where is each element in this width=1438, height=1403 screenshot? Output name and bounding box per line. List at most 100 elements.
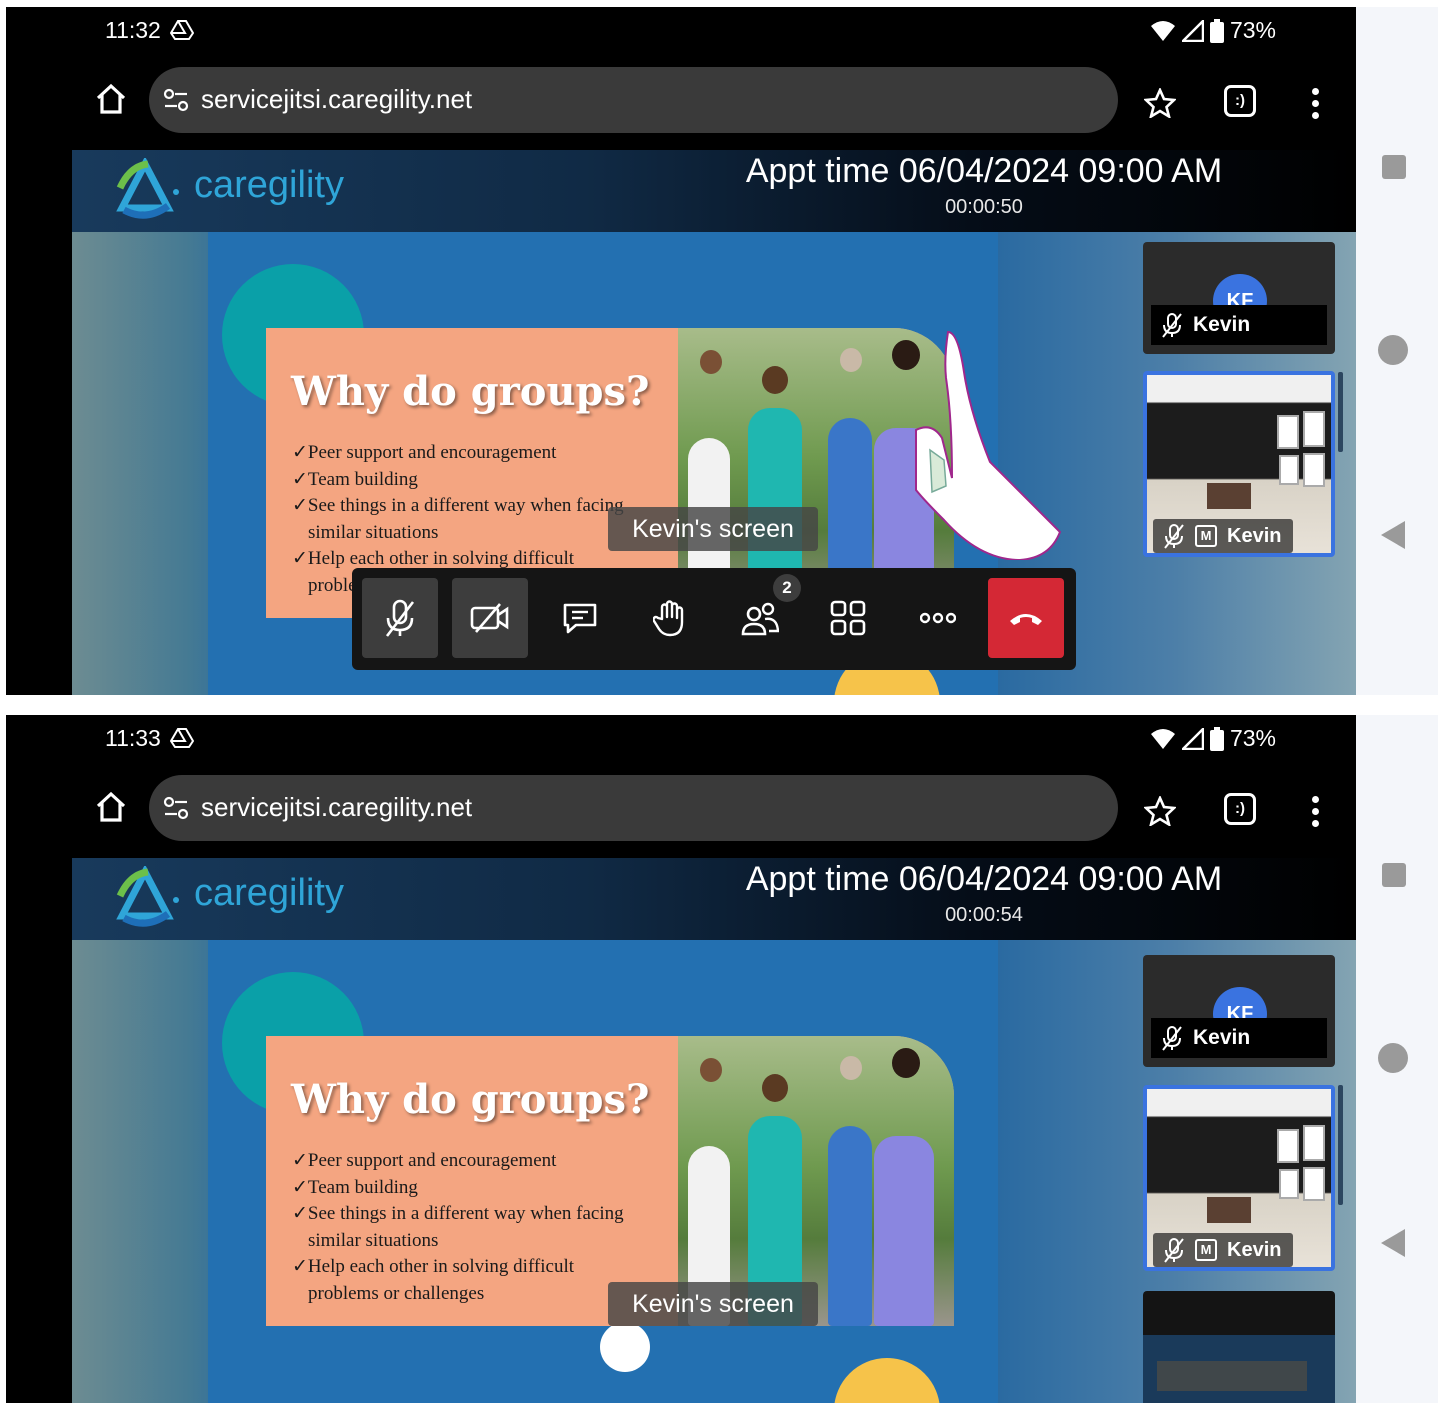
tile-view-icon xyxy=(830,600,866,636)
status-bar: 11:32 73% xyxy=(6,7,1356,57)
battery-icon xyxy=(1209,18,1224,43)
mic-muted-icon xyxy=(1164,524,1184,549)
site-settings-icon[interactable] xyxy=(163,87,189,113)
meeting-header: caregility Appt time 06/04/2024 09:00 AM… xyxy=(72,150,1356,232)
address-bar[interactable]: servicejitsi.caregility.net xyxy=(149,775,1118,841)
bullet: similar situations xyxy=(308,1229,439,1251)
participant-name: Kevin xyxy=(1193,1026,1251,1049)
call-timer: 00:00:54 xyxy=(945,904,1023,926)
address-bar[interactable]: servicejitsi.caregility.net xyxy=(149,67,1118,133)
touch-gesture-hand-icon xyxy=(915,330,1062,560)
slide-title: Why do groups? xyxy=(291,1076,650,1123)
signal-icon xyxy=(1181,727,1204,750)
home-icon[interactable] xyxy=(94,82,128,116)
status-time: 11:33 xyxy=(105,725,161,751)
slide-bullets: ✓Peer support and encouragement ✓Team bu… xyxy=(292,1148,624,1307)
screen-share-label: Kevin's screen xyxy=(608,507,818,551)
appointment-time: Appt time 06/04/2024 09:00 AM xyxy=(745,860,1223,898)
camera-button[interactable] xyxy=(452,578,528,658)
participants-badge: 2 xyxy=(773,574,801,602)
caregility-logo xyxy=(116,866,179,927)
status-bar: 11:33 73% xyxy=(6,715,1356,765)
nav-recents-icon[interactable] xyxy=(1382,155,1406,179)
wifi-icon xyxy=(1150,728,1175,749)
url-text[interactable]: servicejitsi.caregility.net xyxy=(201,84,472,115)
meeting-view: caregility Appt time 06/04/2024 09:00 AM… xyxy=(72,150,1356,695)
call-toolbar: 2 xyxy=(352,568,1076,670)
meeting-view: caregility Appt time 06/04/2024 09:00 AM… xyxy=(72,858,1356,1403)
star-icon[interactable] xyxy=(1144,796,1176,826)
chat-icon xyxy=(563,603,597,634)
site-settings-icon[interactable] xyxy=(163,795,189,821)
home-icon[interactable] xyxy=(94,790,128,824)
screenshot-frame-2: 11:33 73% servicejitsi.caregility.net :) xyxy=(0,715,1438,1403)
chat-button[interactable] xyxy=(542,578,618,658)
nav-back-icon[interactable] xyxy=(1381,1229,1405,1257)
device-screen: 11:33 73% servicejitsi.caregility.net :) xyxy=(6,715,1356,1403)
system-icons: 73% xyxy=(1150,725,1276,752)
nav-home-icon[interactable] xyxy=(1378,335,1408,365)
participant-name-bar: M Kevin xyxy=(1153,519,1293,553)
drive-icon xyxy=(170,20,194,40)
star-icon[interactable] xyxy=(1144,88,1176,118)
participant-name: Kevin xyxy=(1193,313,1251,336)
device-screen: 11:32 73% servicejitsi.caregility.net :) xyxy=(6,7,1356,695)
hangup-button[interactable] xyxy=(988,578,1064,658)
tabs-icon-label: :) xyxy=(1235,800,1245,817)
participant-tile-local[interactable]: M Kevin xyxy=(1143,371,1335,557)
nav-home-icon[interactable] xyxy=(1378,1043,1408,1073)
nav-recents-icon[interactable] xyxy=(1382,863,1406,887)
appointment-time: Appt time 06/04/2024 09:00 AM xyxy=(745,152,1223,190)
call-timer: 00:00:50 xyxy=(945,196,1023,218)
more-vert-icon[interactable] xyxy=(1312,796,1320,830)
more-horiz-icon xyxy=(920,612,956,624)
meeting-header: caregility Appt time 06/04/2024 09:00 AM… xyxy=(72,858,1356,940)
more-vert-icon[interactable] xyxy=(1312,88,1320,122)
browser-toolbar: servicejitsi.caregility.net :) xyxy=(6,770,1356,850)
battery-level: 73% xyxy=(1229,725,1276,751)
browser-toolbar: servicejitsi.caregility.net :) xyxy=(6,62,1356,142)
battery-icon xyxy=(1209,726,1224,751)
brand-name: caregility xyxy=(194,164,344,206)
mic-muted-icon xyxy=(1164,1238,1184,1263)
bullet: ✓See things in a different way when faci… xyxy=(292,495,624,516)
participants-icon xyxy=(741,602,779,636)
screen-share-tile[interactable] xyxy=(1143,1291,1335,1403)
filmstrip-scrollbar[interactable] xyxy=(1338,1085,1343,1205)
participant-tile[interactable]: KF Kevin xyxy=(1143,955,1335,1067)
raise-hand-button[interactable] xyxy=(632,578,708,658)
raise-hand-icon xyxy=(653,600,684,637)
participant-name-bar: Kevin xyxy=(1151,305,1327,345)
tabs-icon[interactable]: :) xyxy=(1224,793,1256,825)
wifi-icon xyxy=(1150,20,1175,41)
battery-level: 73% xyxy=(1229,17,1276,43)
nav-back-icon[interactable] xyxy=(1381,521,1405,549)
participant-tile[interactable]: KF Kevin xyxy=(1143,242,1335,354)
drive-icon xyxy=(170,728,194,748)
bullet: ✓Team building xyxy=(292,468,418,490)
screenshot-frame-1: 11:32 73% servicejitsi.caregility.net :) xyxy=(0,7,1438,695)
shared-screen[interactable]: Why do groups? ✓Peer support and encoura… xyxy=(208,940,998,1403)
bullet: ✓Team building xyxy=(292,1176,418,1198)
tabs-icon-label: :) xyxy=(1235,92,1245,109)
filmstrip-scrollbar[interactable] xyxy=(1338,372,1343,452)
bullet: ✓Help each other in solving difficult xyxy=(292,1256,575,1277)
signal-icon xyxy=(1181,19,1204,42)
decor-circle xyxy=(834,1358,940,1403)
brand-name: caregility xyxy=(194,872,344,914)
mute-button[interactable] xyxy=(362,578,438,658)
more-button[interactable] xyxy=(900,578,976,658)
tile-view-button[interactable] xyxy=(810,578,886,658)
participant-tile-local[interactable]: M Kevin xyxy=(1143,1085,1335,1271)
tabs-icon[interactable]: :) xyxy=(1224,85,1256,117)
bullet: problems or challenges xyxy=(308,1282,485,1304)
hangup-icon xyxy=(1010,614,1042,625)
camera-off-icon xyxy=(470,603,509,633)
slide-title: Why do groups? xyxy=(291,368,650,415)
bullet: ✓Peer support and encouragement xyxy=(292,442,557,463)
url-text[interactable]: servicejitsi.caregility.net xyxy=(201,792,472,823)
participant-name: Kevin xyxy=(1227,1238,1282,1261)
bullet: ✓See things in a different way when faci… xyxy=(292,1203,624,1224)
bullet: similar situations xyxy=(308,521,439,543)
mic-muted-icon xyxy=(385,599,415,637)
